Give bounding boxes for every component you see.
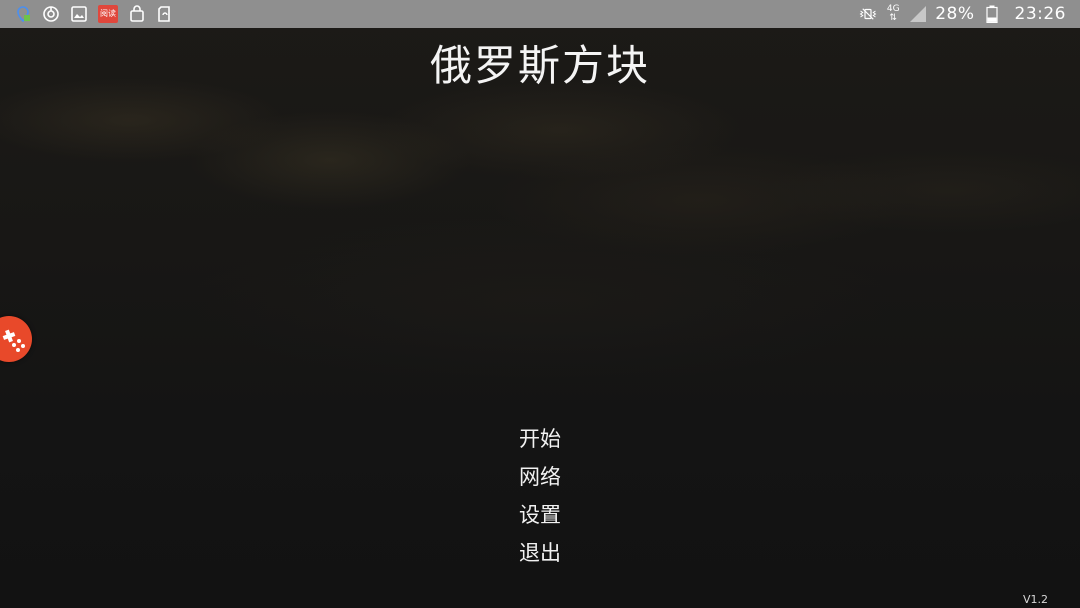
game-title: 俄罗斯方块 xyxy=(429,41,650,90)
floating-assistant-button[interactable] xyxy=(0,316,32,362)
network-type-label: 4G ⇅ xyxy=(886,4,900,23)
menu-network[interactable]: 网络 xyxy=(511,458,569,496)
mute-vibrate-icon xyxy=(859,5,877,23)
main-menu: 开始 网络 设置 退出 xyxy=(0,420,1080,572)
maps-icon xyxy=(14,5,32,23)
shopping-bag-icon xyxy=(128,5,146,23)
game-screen: 阅读 4G ⇅ 28% 23:26 俄罗斯方块 开始 网络 设置 退出 V1.2 xyxy=(0,0,1080,608)
version-label: V1.2 xyxy=(1022,593,1048,606)
notification-icons: 阅读 xyxy=(14,0,174,28)
menu-exit[interactable]: 退出 xyxy=(511,534,569,572)
sync-icon xyxy=(42,5,60,23)
menu-settings[interactable]: 设置 xyxy=(511,496,569,534)
network-type-text: 4G xyxy=(886,4,900,14)
system-status: 4G ⇅ 28% 23:26 xyxy=(859,0,1066,28)
read-app-icon: 阅读 xyxy=(98,5,118,23)
menu-start[interactable]: 开始 xyxy=(511,420,569,458)
signal-icon xyxy=(909,5,927,23)
clock: 23:26 xyxy=(1014,4,1066,24)
battery-icon xyxy=(983,5,1001,23)
recycle-icon xyxy=(156,5,174,23)
status-bar: 阅读 4G ⇅ 28% 23:26 xyxy=(0,0,1080,28)
gallery-icon xyxy=(70,5,88,23)
gamepad-icon xyxy=(2,329,25,352)
read-badge-label: 阅读 xyxy=(100,9,116,18)
battery-percent: 28% xyxy=(935,4,975,24)
